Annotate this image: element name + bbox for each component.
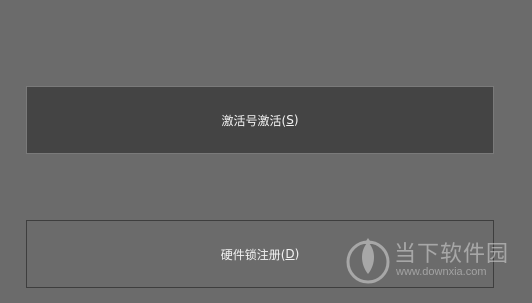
activation-code-label: 激活号激活(: [221, 113, 287, 128]
watermark-title: 当下软件园: [394, 242, 510, 267]
site-watermark: 当下软件园 www.downxia.com: [346, 234, 526, 290]
watermark-logo-icon: [346, 238, 390, 284]
hardware-lock-accelerator-key: D: [285, 247, 295, 261]
hardware-lock-label-close: ): [294, 247, 300, 261]
activation-label-close: ): [293, 113, 299, 127]
activation-code-button[interactable]: 激活号激活(S): [26, 86, 494, 154]
watermark-url: www.downxia.com: [396, 266, 487, 278]
hardware-lock-label: 硬件锁注册(: [220, 247, 286, 262]
activation-accelerator-key: S: [286, 113, 294, 127]
